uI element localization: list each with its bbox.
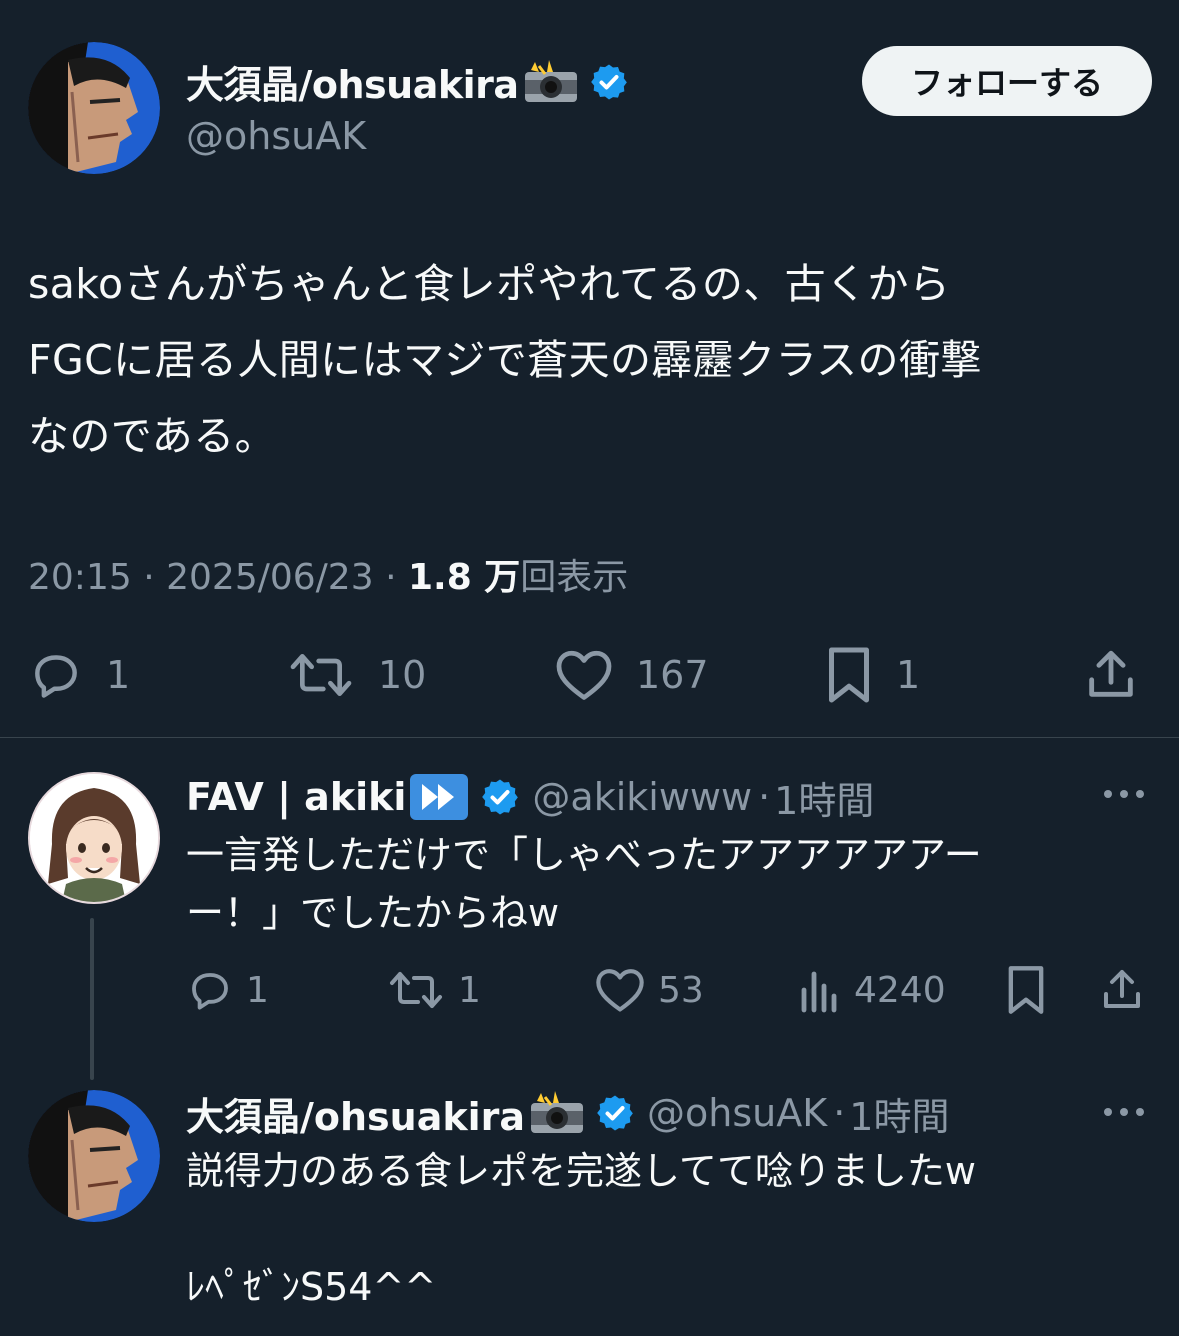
reply-text-line: 一言発しただけで「しゃべったアアアアアアー bbox=[186, 833, 982, 877]
reply-header: FAV | akiki @akikiwww · 1時間 bbox=[186, 774, 874, 823]
verified-badge-icon bbox=[590, 64, 627, 99]
like-button[interactable]: 167 bbox=[554, 640, 709, 710]
tweet-text: sakoさんがちゃんと食レポやれてるの、古くから FGCに居る人間にはマジで蒼天… bbox=[28, 246, 1152, 474]
heart-icon bbox=[596, 969, 644, 1012]
reply-icon bbox=[192, 973, 228, 1010]
retweet-count: 10 bbox=[378, 653, 427, 697]
reply-text-line: ﾚﾍﾟｾﾞﾝS54^^ bbox=[186, 1265, 437, 1309]
tweet-meta: 20:15 · 2025/06/23 · 1.8 万回表示 bbox=[28, 548, 628, 600]
author-avatar[interactable] bbox=[28, 42, 160, 174]
retweet-icon bbox=[290, 654, 352, 696]
meta-separator: · bbox=[758, 775, 771, 819]
thread-connector bbox=[90, 918, 94, 1080]
main-tweet-header: 大須晶/ohsuakira @ohsuAK フォローする bbox=[28, 42, 1152, 176]
reply-author-avatar[interactable] bbox=[28, 1090, 160, 1222]
reply-author-avatar[interactable] bbox=[28, 772, 160, 904]
avatar-illustration bbox=[28, 42, 160, 174]
more-options-icon[interactable] bbox=[1102, 786, 1146, 802]
camera-flash-icon bbox=[531, 1091, 584, 1133]
heart-icon bbox=[556, 650, 612, 700]
avatar-illustration bbox=[28, 1090, 160, 1222]
reply-icon bbox=[35, 655, 77, 698]
reply-time[interactable]: 1時間 bbox=[774, 770, 874, 825]
reply-author-name[interactable]: FAV | akiki bbox=[186, 775, 406, 819]
share-button[interactable] bbox=[1098, 960, 1146, 1020]
views-label: 回表示 bbox=[520, 557, 629, 598]
tweet-actions: 1 10 167 1 bbox=[28, 640, 1152, 710]
camera-flash-icon bbox=[524, 59, 577, 102]
reply-tweet[interactable]: 大須晶/ohsuakira @ohsuAK · 1時間 説得力のある食レポを完遂… bbox=[28, 1090, 1152, 1330]
tweet-time[interactable]: 20:15 bbox=[28, 557, 132, 598]
author-handle[interactable]: @ohsuAK bbox=[186, 114, 366, 158]
avatar-illustration bbox=[30, 774, 158, 902]
tweet-date[interactable]: 2025/06/23 bbox=[166, 557, 374, 598]
bookmark-icon bbox=[1008, 966, 1044, 1014]
meta-separator: · bbox=[385, 557, 397, 598]
reply-author-handle[interactable]: @ohsuAK bbox=[647, 1091, 827, 1135]
tweet-text-line: FGCに居る人間にはマジで蒼天の霹靂クラスの衝撃 bbox=[28, 336, 982, 384]
retweet-button[interactable]: 1 bbox=[386, 960, 481, 1020]
meta-separator: · bbox=[143, 557, 155, 598]
verified-badge-icon bbox=[597, 1095, 633, 1131]
tweet-text-line: sakoさんがちゃんと食レポやれてるの、古くから bbox=[28, 260, 951, 308]
reply-author-name[interactable]: 大須晶/ohsuakira bbox=[186, 1086, 525, 1141]
analytics-icon bbox=[801, 971, 837, 1013]
retweet-icon bbox=[390, 972, 442, 1008]
bookmark-button[interactable]: 1 bbox=[824, 640, 920, 710]
reply-header: 大須晶/ohsuakira @ohsuAK · 1時間 bbox=[186, 1090, 949, 1139]
reply-text-line: ー！」でしたからねw bbox=[186, 891, 560, 935]
tweet-text-line: なのである。 bbox=[28, 412, 276, 460]
verified-badge-icon bbox=[482, 779, 519, 815]
share-button[interactable] bbox=[1082, 640, 1140, 710]
follow-button[interactable]: フォローする bbox=[862, 46, 1152, 116]
views-button[interactable]: 4240 bbox=[798, 960, 946, 1020]
meta-separator: · bbox=[833, 1091, 846, 1135]
share-icon bbox=[1104, 970, 1140, 1008]
fast-forward-icon bbox=[410, 774, 469, 820]
views-count: 4240 bbox=[854, 969, 946, 1011]
reply-count: 1 bbox=[106, 653, 131, 697]
share-icon bbox=[1089, 650, 1133, 697]
reply-text-line: 説得力のある食レポを完遂してて唸りましたw bbox=[186, 1149, 976, 1193]
bookmark-button[interactable] bbox=[1004, 960, 1048, 1020]
more-options-icon[interactable] bbox=[1102, 1104, 1146, 1120]
reply-count: 1 bbox=[246, 969, 269, 1011]
tweet-detail-page: 大須晶/ohsuakira @ohsuAK フォローする sakoさんがちゃんと… bbox=[0, 0, 1179, 1336]
reply-button[interactable]: 1 bbox=[186, 960, 269, 1020]
retweet-button[interactable]: 10 bbox=[286, 640, 426, 710]
reply-actions: 1 1 53 4240 bbox=[186, 960, 1152, 1020]
bookmark-icon bbox=[829, 647, 869, 703]
reply-text: 一言発しただけで「しゃべったアアアアアアー ー！」でしたからねw bbox=[186, 826, 1086, 942]
views-count[interactable]: 1.8 万 bbox=[408, 557, 520, 598]
bookmark-count: 1 bbox=[896, 653, 921, 697]
like-button[interactable]: 53 bbox=[594, 960, 704, 1020]
reply-author-handle[interactable]: @akikiwww bbox=[532, 775, 752, 819]
retweet-count: 1 bbox=[458, 969, 481, 1011]
divider bbox=[0, 737, 1179, 738]
author-name-row: 大須晶/ohsuakira bbox=[186, 54, 629, 109]
author-display-name[interactable]: 大須晶/ohsuakira bbox=[186, 54, 519, 109]
reply-button[interactable]: 1 bbox=[28, 640, 130, 710]
reply-time[interactable]: 1時間 bbox=[849, 1086, 949, 1141]
reply-text: 説得力のある食レポを完遂してて唸りましたw ﾚﾍﾟｾﾞﾝS54^^ bbox=[186, 1142, 1086, 1316]
like-count: 167 bbox=[636, 653, 709, 697]
like-count: 53 bbox=[658, 969, 704, 1011]
